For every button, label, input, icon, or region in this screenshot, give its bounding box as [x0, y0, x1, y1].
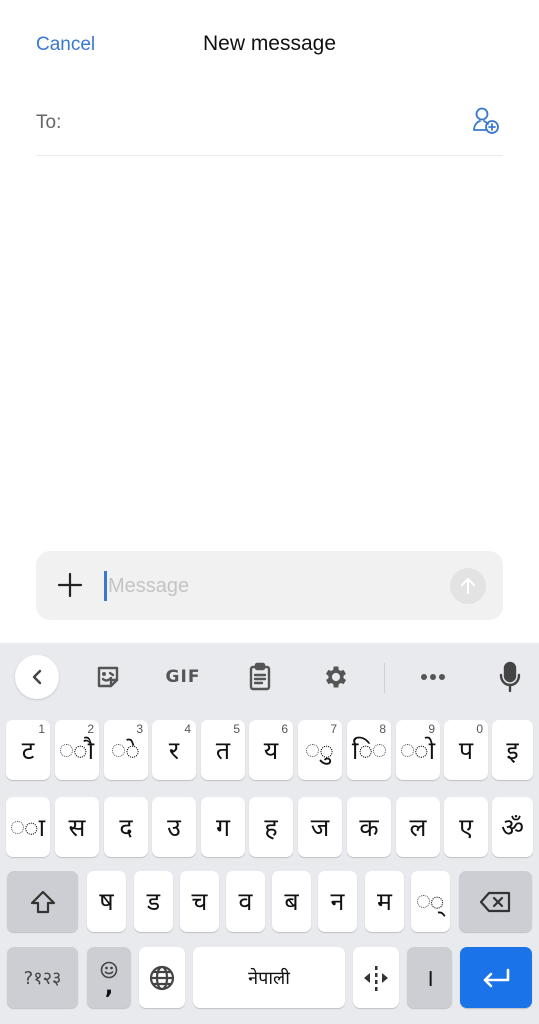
gear-icon[interactable]	[316, 655, 356, 699]
symbols-label: ?१२३	[23, 967, 62, 989]
key-ha[interactable]: ह	[249, 797, 293, 857]
to-label: To:	[36, 112, 62, 133]
page-title: New message	[202, 32, 337, 55]
key-ya[interactable]: य6	[249, 720, 293, 780]
microphone-icon[interactable]	[490, 655, 530, 699]
key-ba[interactable]: ब	[272, 871, 311, 932]
key-ga[interactable]: ग	[201, 797, 245, 857]
key-e-sign[interactable]: े 3	[104, 720, 148, 780]
key-ma[interactable]: म	[365, 871, 404, 932]
key-va[interactable]: व	[226, 871, 265, 932]
toolbar-divider	[384, 663, 385, 693]
recipient-input[interactable]	[76, 108, 456, 138]
key-u[interactable]: उ	[152, 797, 196, 857]
chevron-left-icon[interactable]	[15, 655, 59, 699]
placeholder-circle	[306, 743, 320, 757]
symbols-key[interactable]: ?१२३	[7, 947, 78, 1008]
key-ca[interactable]: च	[180, 871, 219, 932]
placeholder-circle	[112, 743, 126, 757]
globe-icon	[149, 965, 175, 990]
backspace-key[interactable]	[459, 871, 532, 932]
key-aa-sign[interactable]: ा	[6, 797, 50, 857]
enter-key[interactable]	[460, 947, 532, 1008]
key-virama[interactable]: ्	[411, 871, 450, 932]
key-ssa[interactable]: ष	[87, 871, 126, 932]
key-i[interactable]: इ	[492, 720, 533, 780]
key-da[interactable]: द	[104, 797, 148, 857]
key-o-sign[interactable]: ो 9	[396, 720, 440, 780]
keyboard-toolbar: GIF	[0, 643, 539, 711]
key-e[interactable]: ए	[444, 797, 488, 857]
placeholder-circle	[10, 820, 24, 834]
key-ka[interactable]: क	[347, 797, 391, 857]
key-na[interactable]: न	[318, 871, 357, 932]
enter-icon	[483, 968, 510, 987]
key-ta[interactable]: त5	[201, 720, 245, 780]
space-label: नेपाली	[248, 967, 290, 989]
gif-button[interactable]: GIF	[158, 655, 208, 699]
space-key[interactable]: नेपाली	[193, 947, 345, 1008]
sticker-icon[interactable]	[88, 655, 128, 699]
shift-icon	[30, 890, 55, 913]
danda-label: ।	[424, 963, 435, 992]
recipient-row: To:	[36, 100, 503, 156]
comma-label: ,	[104, 974, 114, 1000]
add-contact-icon[interactable]	[471, 106, 501, 136]
shift-key[interactable]	[7, 871, 78, 932]
message-composer	[36, 551, 503, 620]
arrow-up-icon	[461, 578, 475, 594]
gif-label: GIF	[165, 667, 201, 687]
keyboard: GIF ट1 ौ 2 े 3 र 4 त 5 य 6 ु 7 ि 8 ो 9 प…	[0, 643, 539, 1024]
placeholder-circle	[416, 895, 430, 908]
language-key[interactable]	[139, 947, 185, 1008]
key-ta-retroflex[interactable]: ट1	[6, 720, 50, 780]
emoji-comma-key[interactable]: ,	[87, 947, 131, 1008]
text-cursor	[104, 571, 107, 601]
key-om[interactable]: ॐ	[492, 797, 533, 857]
key-au-sign[interactable]: ौ 2	[55, 720, 99, 780]
send-button[interactable]	[450, 568, 486, 604]
key-u-sign[interactable]: ु 7	[298, 720, 342, 780]
plus-icon[interactable]	[56, 571, 84, 599]
backspace-icon	[479, 891, 510, 912]
placeholder-circle	[400, 743, 414, 757]
cursor-move-icon	[364, 965, 388, 991]
key-ja[interactable]: ज	[298, 797, 342, 857]
key-la[interactable]: ल	[396, 797, 440, 857]
placeholder-circle	[59, 743, 73, 757]
header: Cancel New message	[0, 0, 539, 90]
clipboard-icon[interactable]	[240, 655, 280, 699]
key-i-sign[interactable]: ि 8	[347, 720, 391, 780]
key-pa[interactable]: प0	[444, 720, 488, 780]
danda-key[interactable]: ।	[407, 947, 452, 1008]
more-horizontal-icon[interactable]	[413, 655, 453, 699]
placeholder-circle	[373, 743, 387, 757]
key-dda[interactable]: ड	[134, 871, 173, 932]
key-ra[interactable]: र4	[152, 720, 196, 780]
key-sa[interactable]: स	[55, 797, 99, 857]
cursor-move-key[interactable]	[353, 947, 399, 1008]
message-input[interactable]	[108, 570, 438, 602]
